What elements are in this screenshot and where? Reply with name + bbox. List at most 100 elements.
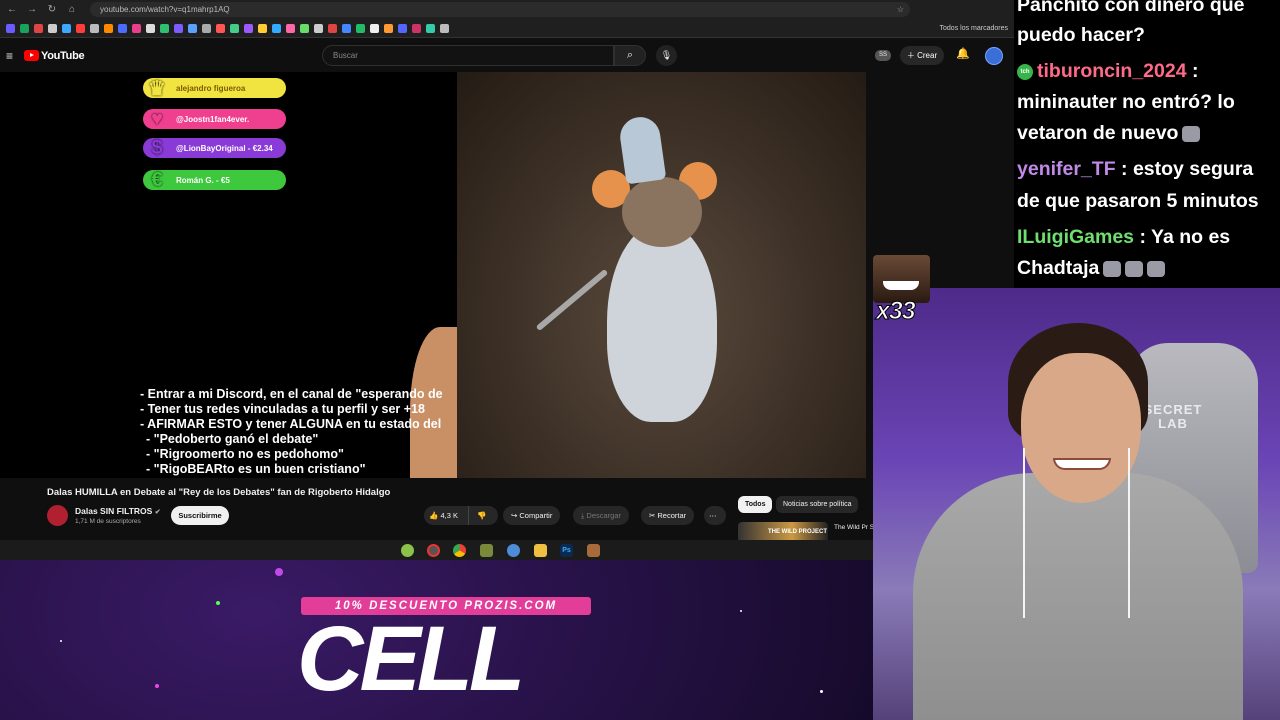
thumbs-up-icon: 👍 [429, 511, 439, 520]
chair-brand-logo: SECRET LAB [1143, 402, 1203, 431]
bookmark-icon[interactable] [244, 23, 253, 33]
channel-name-text: Dalas SIN FILTROS [75, 506, 153, 516]
url-field[interactable]: youtube.com/watch?v=q1mahrp1AQ ☆ [90, 2, 910, 17]
thumbnail-text: THE WILD PROJECT [768, 529, 828, 535]
bookmark-icon[interactable] [258, 23, 267, 33]
bookmark-icon[interactable] [20, 23, 29, 33]
bookmark-icon[interactable] [6, 23, 15, 33]
channel-avatar[interactable] [47, 505, 68, 526]
taskbar-app-icon[interactable] [507, 544, 520, 557]
webcam-feed: SECRET LAB [873, 288, 1280, 720]
donor-label: Román G. - €5 [176, 175, 230, 185]
bookmark-icon[interactable] [356, 23, 365, 33]
all-bookmarks-folder[interactable]: Todos los marcadores [940, 25, 1008, 32]
microphone-icon[interactable]: 🎙 [656, 45, 677, 66]
bookmark-icon[interactable] [90, 23, 99, 33]
taskbar-photoshop-icon[interactable]: Ps [560, 544, 573, 557]
bookmark-icon[interactable] [76, 23, 85, 33]
download-label: Descargar [586, 511, 622, 520]
scissors-icon: ✂ [649, 511, 656, 520]
bookmark-icon[interactable] [146, 23, 155, 33]
youtube-logo[interactable]: YouTube [24, 49, 85, 62]
taskbar-app-icon[interactable] [401, 544, 414, 557]
chat-line: yenifer_TF : estoy segura [1017, 153, 1253, 185]
taskbar-app-icon[interactable] [480, 544, 493, 557]
bookmark-icon[interactable] [412, 23, 421, 33]
bookmark-icon[interactable] [342, 23, 351, 33]
bookmark-icon[interactable] [440, 23, 449, 33]
bookmark-icon[interactable] [104, 23, 113, 33]
home-icon[interactable]: ⌂ [64, 2, 80, 18]
dislike-button[interactable]: 👎 [468, 506, 498, 525]
taskbar-folder-icon[interactable] [534, 544, 547, 557]
notifications-bell-icon[interactable]: 🔔 [956, 47, 970, 60]
emote-teeth [883, 281, 919, 290]
ss-badge[interactable]: SS [875, 50, 891, 61]
search-icon[interactable]: ⌕ [614, 45, 646, 66]
donor-badge: € Román G. - €5 [143, 169, 286, 191]
reload-icon[interactable]: ↻ [44, 2, 60, 18]
bookmark-icon[interactable] [188, 23, 197, 33]
like-button[interactable]: 👍 4,3 K [424, 506, 468, 525]
bookmark-icon[interactable] [230, 23, 239, 33]
like-count: 4,3 K [440, 511, 458, 520]
youtube-play-icon [24, 50, 39, 61]
streamer-smile [1053, 458, 1111, 470]
star-decoration [740, 610, 742, 612]
bookmark-icon[interactable] [286, 23, 295, 33]
chip-all[interactable]: Todos [738, 496, 773, 513]
search-input[interactable]: Buscar [322, 45, 614, 66]
chat-username: ILuigiGames [1017, 226, 1135, 248]
bookmark-icon[interactable] [62, 23, 71, 33]
more-actions-button[interactable]: ⋯ [704, 506, 726, 525]
subscribe-button[interactable]: Suscribirme [171, 506, 229, 525]
bookmark-star-icon[interactable]: ☆ [897, 2, 904, 17]
create-button[interactable]: ＋ Crear [900, 46, 944, 65]
download-button[interactable]: ⤓ Descargar [573, 506, 630, 525]
bookmark-icon[interactable] [300, 23, 309, 33]
bookmark-icon[interactable] [216, 23, 225, 33]
back-icon[interactable]: ← [4, 2, 20, 18]
star-decoration [275, 568, 283, 576]
forward-icon[interactable]: → [24, 2, 40, 18]
bookmark-icon[interactable] [426, 23, 435, 33]
bookmark-icon[interactable] [328, 23, 337, 33]
bookmark-icon[interactable] [314, 23, 323, 33]
bookmark-icon[interactable] [132, 23, 141, 33]
bookmark-icon[interactable] [160, 23, 169, 33]
bookmark-icon[interactable] [384, 23, 393, 33]
related-video-title[interactable]: The Wild Pr Santaolalla [834, 523, 874, 532]
chat-line: mininauter no entró? lo [1017, 91, 1235, 113]
chip-politics-news[interactable]: Noticias sobre política [776, 496, 859, 513]
bookmark-icon[interactable] [398, 23, 407, 33]
hamburger-menu-icon[interactable]: ≡ [6, 49, 16, 63]
bookmark-icon[interactable] [272, 23, 281, 33]
chat-text: Chadtaja [1017, 257, 1100, 279]
bookmark-icon[interactable] [118, 23, 127, 33]
bookmark-icon[interactable] [174, 23, 183, 33]
coins-icon: € [151, 168, 163, 191]
rule-line: - Tener tus redes vinculadas a tu perfil… [140, 402, 425, 416]
clip-button[interactable]: ✂ Recortar [641, 506, 695, 525]
bookmark-icon[interactable] [34, 23, 43, 33]
share-button[interactable]: ↪ Compartir [503, 506, 561, 525]
donor-label: @LionBayOriginal - €2.34 [176, 143, 273, 153]
earphone-wire [1128, 448, 1130, 618]
taskbar-app-icon[interactable] [587, 544, 600, 557]
earphone-wire [1023, 448, 1025, 618]
bookmark-icon[interactable] [370, 23, 379, 33]
channel-name[interactable]: Dalas SIN FILTROS ✔ [75, 506, 161, 516]
taskbar-obs-icon[interactable] [427, 544, 440, 557]
youtube-logo-text: YouTube [41, 49, 85, 62]
chat-line: de que pasaron 5 minutos [1017, 190, 1259, 212]
bookmark-icon[interactable] [202, 23, 211, 33]
chat-line: Panchito con dinero que [1017, 0, 1245, 16]
bookmark-icon[interactable] [48, 23, 57, 33]
account-avatar[interactable] [985, 47, 1003, 65]
related-video-thumbnail[interactable]: THE WILD PROJECT [738, 522, 828, 542]
video-player[interactable]: ♛ alejandro figueroa ♥ @Joostn1fan4ever. $ @L… [0, 72, 866, 478]
stream-chat-overlay: Panchito con dinero que puedo hacer? tch… [1014, 0, 1280, 290]
star-decoration [60, 640, 62, 642]
taskbar-chrome-icon[interactable] [453, 544, 466, 557]
laughing-emote-icon [873, 255, 930, 303]
